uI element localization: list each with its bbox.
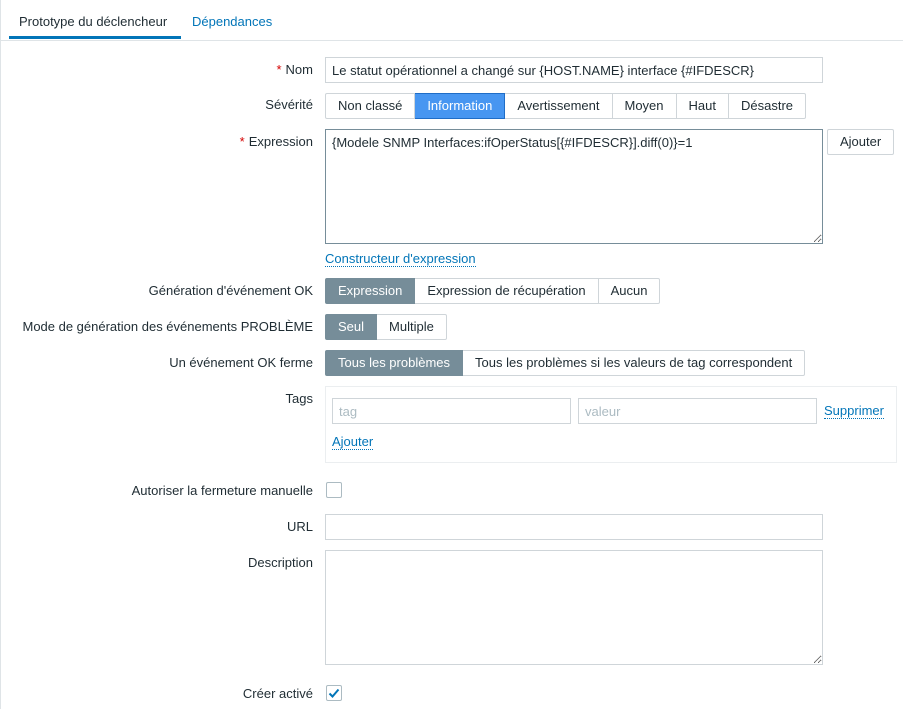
tab-trigger-prototype[interactable]: Prototype du déclencheur [19, 14, 167, 29]
ok-event-closes-selector: Tous les problèmes Tous les problèmes si… [325, 350, 806, 376]
problem-mode-single-button[interactable]: Seul [325, 314, 378, 340]
manual-close-label: Autoriser la fermeture manuelle [131, 483, 313, 498]
ok-event-recovery-expression-button[interactable]: Expression de récupération [415, 278, 599, 304]
name-label: * Nom [276, 62, 313, 77]
tag-add-link[interactable]: Ajouter [332, 434, 374, 450]
severity-high-button[interactable]: Haut [676, 93, 729, 119]
tab-dependencies[interactable]: Dépendances [192, 14, 272, 29]
severity-warning-button[interactable]: Avertissement [505, 93, 613, 119]
severity-label: Sévérité [265, 97, 313, 112]
create-enabled-checkbox[interactable] [326, 685, 342, 701]
url-input[interactable] [325, 514, 823, 540]
expression-label: * Expression [239, 134, 313, 149]
severity-selector: Non classé Information Avertissement Moy… [325, 93, 807, 119]
trigger-prototype-form: Prototype du déclencheur Dépendances * No… [0, 0, 903, 709]
severity-not-classified-button[interactable]: Non classé [325, 93, 416, 119]
tags-label: Tags [285, 391, 313, 406]
ok-closes-all-problems-button[interactable]: Tous les problèmes [325, 350, 463, 376]
create-enabled-label: Créer activé [242, 686, 313, 701]
description-textarea[interactable] [325, 550, 823, 665]
ok-event-none-button[interactable]: Aucun [598, 278, 661, 304]
url-label: URL [286, 519, 313, 534]
ok-event-closes-label: Un événement OK ferme [169, 355, 313, 370]
ok-event-expression-button[interactable]: Expression [325, 278, 416, 304]
ok-event-generation-label: Génération d'événement OK [148, 283, 313, 298]
description-label: Description [247, 555, 313, 570]
expression-textarea[interactable]: {Modele SNMP Interfaces:ifOperStatus[{#I… [325, 129, 823, 244]
ok-closes-tag-match-button[interactable]: Tous les problèmes si les valeurs de tag… [463, 350, 806, 376]
name-input[interactable] [325, 57, 823, 83]
tag-value-input[interactable] [578, 398, 817, 424]
check-icon [328, 688, 340, 698]
tag-name-input[interactable] [332, 398, 571, 424]
expression-constructor-link[interactable]: Constructeur d'expression [325, 251, 476, 267]
problem-event-mode-selector: Seul Multiple [325, 314, 447, 340]
severity-average-button[interactable]: Moyen [612, 93, 677, 119]
problem-event-mode-label: Mode de génération des événements PROBLÈ… [22, 319, 313, 334]
tag-remove-link[interactable]: Supprimer [824, 403, 884, 419]
active-tab-indicator [9, 36, 181, 39]
ok-event-generation-selector: Expression Expression de récupération Au… [325, 278, 661, 304]
severity-disaster-button[interactable]: Désastre [729, 93, 807, 119]
expression-add-button[interactable]: Ajouter [827, 129, 895, 155]
manual-close-checkbox[interactable] [326, 482, 342, 498]
tab-bar: Prototype du déclencheur Dépendances [1, 0, 903, 41]
problem-mode-multiple-button[interactable]: Multiple [377, 314, 447, 340]
severity-information-button[interactable]: Information [415, 93, 506, 119]
